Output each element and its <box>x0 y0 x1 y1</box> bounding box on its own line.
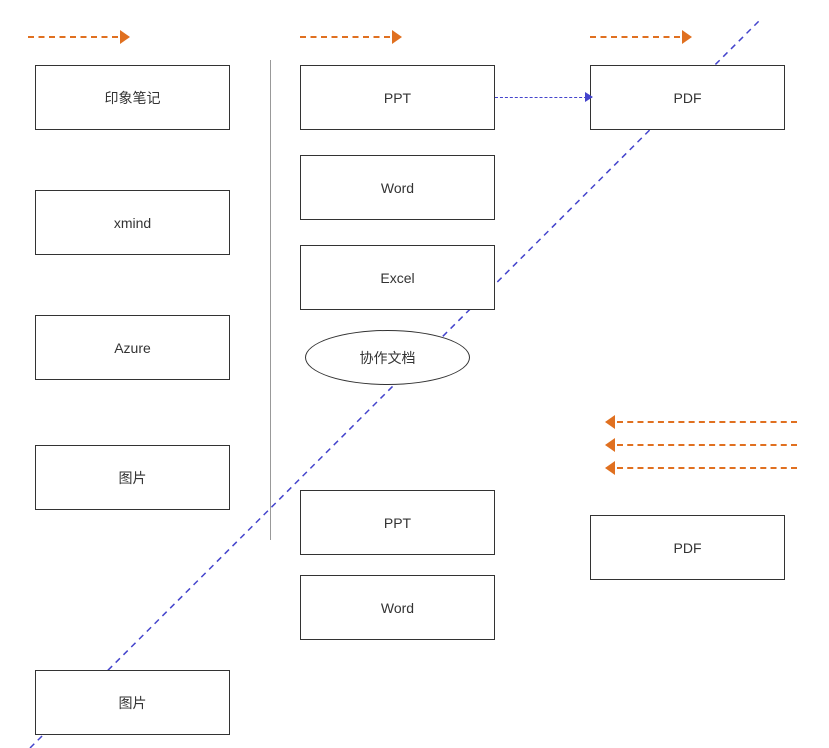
orange-arrow-mid-top <box>300 30 402 44</box>
box-azure: Azure <box>35 315 230 380</box>
box-yinxiang: 印象笔记 <box>35 65 230 130</box>
orange-arrow-back-1 <box>605 415 797 429</box>
box-pdf2: PDF <box>590 515 785 580</box>
ellipse-xiezuo: 协作文档 <box>305 330 470 385</box>
box-tupian1: 图片 <box>35 445 230 510</box>
blue-arrowhead-ppt-pdf <box>585 92 593 102</box>
box-excel: Excel <box>300 245 495 310</box>
box-word2: Word <box>300 575 495 640</box>
orange-arrow-back-2 <box>605 438 797 452</box>
vertical-divider <box>270 60 271 540</box>
box-tupian2: 图片 <box>35 670 230 735</box>
box-word1: Word <box>300 155 495 220</box>
box-ppt1: PPT <box>300 65 495 130</box>
blue-connector-ppt-pdf <box>495 97 592 98</box>
orange-arrow-right-top <box>590 30 692 44</box>
orange-arrow-left-top <box>28 30 130 44</box>
orange-arrow-back-3 <box>605 461 797 475</box>
box-pdf1: PDF <box>590 65 785 130</box>
box-ppt2: PPT <box>300 490 495 555</box>
box-xmind: xmind <box>35 190 230 255</box>
